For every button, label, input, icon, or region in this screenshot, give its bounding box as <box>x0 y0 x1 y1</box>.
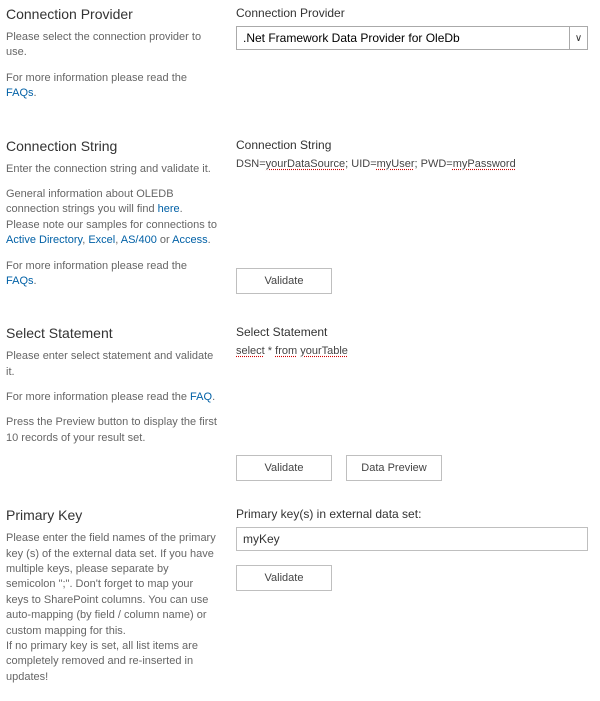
more-info: For more information please read the FAQ… <box>6 71 218 102</box>
more-info-text: For more information please read the <box>6 391 190 403</box>
desc-connection-string: Enter the connection string and validate… <box>6 162 218 177</box>
general-info: General information about OLEDB connecti… <box>6 187 218 249</box>
heading-primary-key: Primary Key <box>6 507 218 523</box>
section-right: Primary key(s) in external data set: Val… <box>236 507 594 695</box>
excel-link[interactable]: Excel <box>88 234 115 246</box>
desc-primary-key-2: If no primary key is set, all list items… <box>6 639 218 685</box>
validate-button[interactable]: Validate <box>236 455 332 481</box>
section-connection-string: Connection String Enter the connection s… <box>6 138 594 300</box>
faq-link[interactable]: FAQ <box>190 391 212 403</box>
connection-provider-select[interactable]: .Net Framework Data Provider for OleDb <box>236 26 588 50</box>
section-right: Connection Provider .Net Framework Data … <box>236 6 594 112</box>
heading-connection-string: Connection String <box>6 138 218 154</box>
primary-key-input[interactable] <box>236 527 588 551</box>
heading-connection-provider: Connection Provider <box>6 6 218 22</box>
section-right: Connection String DSN=yourDataSource; UI… <box>236 138 594 300</box>
more-info-text: For more information please read the <box>6 260 187 272</box>
section-left: Connection Provider Please select the co… <box>6 6 236 112</box>
validate-button[interactable]: Validate <box>236 268 332 294</box>
button-row: Validate <box>236 268 588 294</box>
data-preview-button[interactable]: Data Preview <box>346 455 442 481</box>
desc-primary-key: Please enter the field names of the prim… <box>6 531 218 639</box>
label-primary-key: Primary key(s) in external data set: <box>236 507 588 521</box>
faqs-link[interactable]: FAQs <box>6 275 34 287</box>
section-select-statement: Select Statement Please enter select sta… <box>6 325 594 481</box>
heading-select-statement: Select Statement <box>6 325 218 341</box>
more-info: For more information please read the FAQ… <box>6 390 218 405</box>
access-link[interactable]: Access <box>172 234 207 246</box>
connection-string-textarea[interactable]: DSN=yourDataSource; UID=myUser; PWD=myPa… <box>236 158 588 254</box>
validate-button[interactable]: Validate <box>236 565 332 591</box>
label-select-statement: Select Statement <box>236 325 588 339</box>
desc-connection-provider: Please select the connection provider to… <box>6 30 218 61</box>
more-info-text: For more information please read the <box>6 72 187 84</box>
label-connection-string: Connection String <box>236 138 588 152</box>
label-connection-provider: Connection Provider <box>236 6 588 20</box>
section-left: Primary Key Please enter the field names… <box>6 507 236 695</box>
as400-link[interactable]: AS/400 <box>121 234 157 246</box>
desc-select-statement: Please enter select statement and valida… <box>6 349 218 380</box>
select-wrap: .Net Framework Data Provider for OleDb ∨ <box>236 26 588 50</box>
button-row: Validate Data Preview <box>236 455 588 481</box>
here-link[interactable]: here <box>158 203 180 215</box>
more-info: For more information please read the FAQ… <box>6 259 218 290</box>
section-primary-key: Primary Key Please enter the field names… <box>6 507 594 695</box>
select-statement-textarea[interactable]: select * from yourTable <box>236 345 588 441</box>
section-left: Connection String Enter the connection s… <box>6 138 236 300</box>
section-connection-provider: Connection Provider Please select the co… <box>6 6 594 112</box>
sep: . <box>208 234 211 246</box>
sep: or <box>157 234 172 246</box>
button-row: Validate <box>236 565 588 591</box>
active-directory-link[interactable]: Active Directory <box>6 234 82 246</box>
faqs-link[interactable]: FAQs <box>6 87 34 99</box>
preview-hint: Press the Preview button to display the … <box>6 415 218 446</box>
gen-text: General information about OLEDB connecti… <box>6 188 174 215</box>
section-right: Select Statement select * from yourTable… <box>236 325 594 481</box>
section-left: Select Statement Please enter select sta… <box>6 325 236 481</box>
